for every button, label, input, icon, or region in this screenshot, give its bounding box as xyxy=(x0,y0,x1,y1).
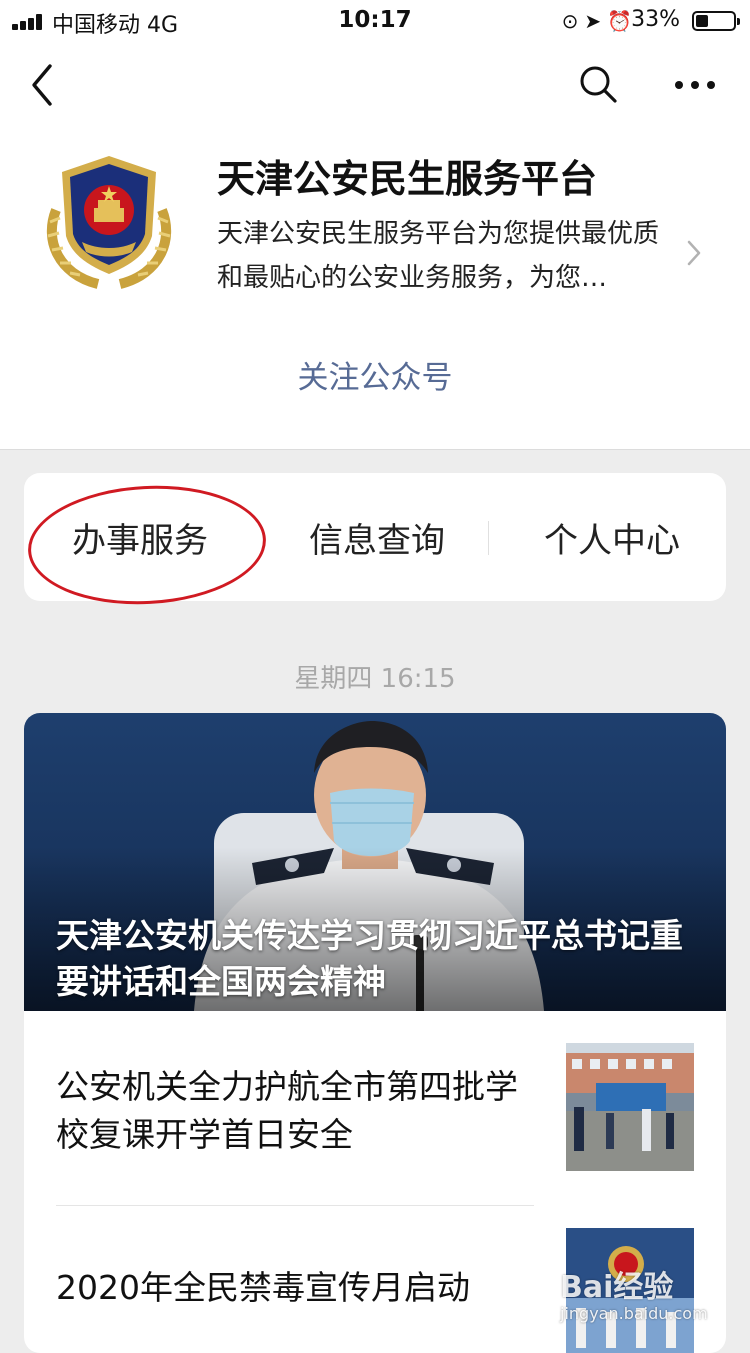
article-title[interactable]: 2020年全民禁毒宣传月启动 xyxy=(56,1264,526,1312)
status-bar: 中国移动 4G 10:17 ⊙➤⏰ 33% xyxy=(0,0,750,42)
menu-item-query[interactable]: 信息查询 xyxy=(309,513,445,562)
location-icon: ➤ xyxy=(584,9,608,33)
follow-button[interactable]: 关注公众号 xyxy=(0,352,750,397)
article-thumbnail xyxy=(566,1043,694,1171)
hero-title[interactable]: 天津公安机关传达学习贯彻习近平总书记重要讲话和全国两会精神 xyxy=(56,913,706,1005)
divider xyxy=(0,449,750,450)
watermark-brand: Bai经验 xyxy=(560,1270,674,1305)
hero-article[interactable]: 天津公安机关传达学习贯彻习近平总书记重要讲话和全国两会精神 xyxy=(24,713,726,1011)
search-icon[interactable] xyxy=(578,64,618,104)
menu-separator xyxy=(488,521,489,555)
article-title[interactable]: 公安机关全力护航全市第四批学校复课开学首日安全 xyxy=(56,1063,526,1159)
orientation-lock-icon: ⊙ xyxy=(561,9,585,33)
chevron-right-icon[interactable] xyxy=(684,238,704,268)
status-icons: ⊙➤⏰ xyxy=(562,9,638,33)
police-emblem-logo xyxy=(46,156,172,289)
account-name[interactable]: 天津公安民生服务平台 xyxy=(217,148,597,203)
article-card: 天津公安机关传达学习贯彻习近平总书记重要讲话和全国两会精神 公安机关全力护航全市… xyxy=(24,713,726,1353)
baidu-jingyan-watermark: Bai经验 jingyan.baidu.com xyxy=(560,1262,740,1330)
watermark-site: jingyan.baidu.com xyxy=(560,1304,708,1323)
account-description[interactable]: 天津公安民生服务平台为您提供最优质和最贴心的公安业务服务，为您… xyxy=(217,212,677,300)
nav-bar xyxy=(0,42,750,128)
menu-item-personal-center[interactable]: 个人中心 xyxy=(544,513,680,562)
article-row[interactable]: 公安机关全力护航全市第四批学校复课开学首日安全 xyxy=(24,1011,726,1205)
battery-level xyxy=(696,15,708,27)
battery-percent: 33% xyxy=(631,7,680,32)
battery-icon xyxy=(692,11,740,31)
message-timestamp: 星期四 16:15 xyxy=(294,664,456,694)
account-profile: 天津公安民生服务平台 天津公安民生服务平台为您提供最优质和最贴心的公安业务服务，… xyxy=(0,128,750,450)
chevron-left-icon[interactable] xyxy=(24,60,64,110)
more-icon[interactable] xyxy=(672,70,718,100)
